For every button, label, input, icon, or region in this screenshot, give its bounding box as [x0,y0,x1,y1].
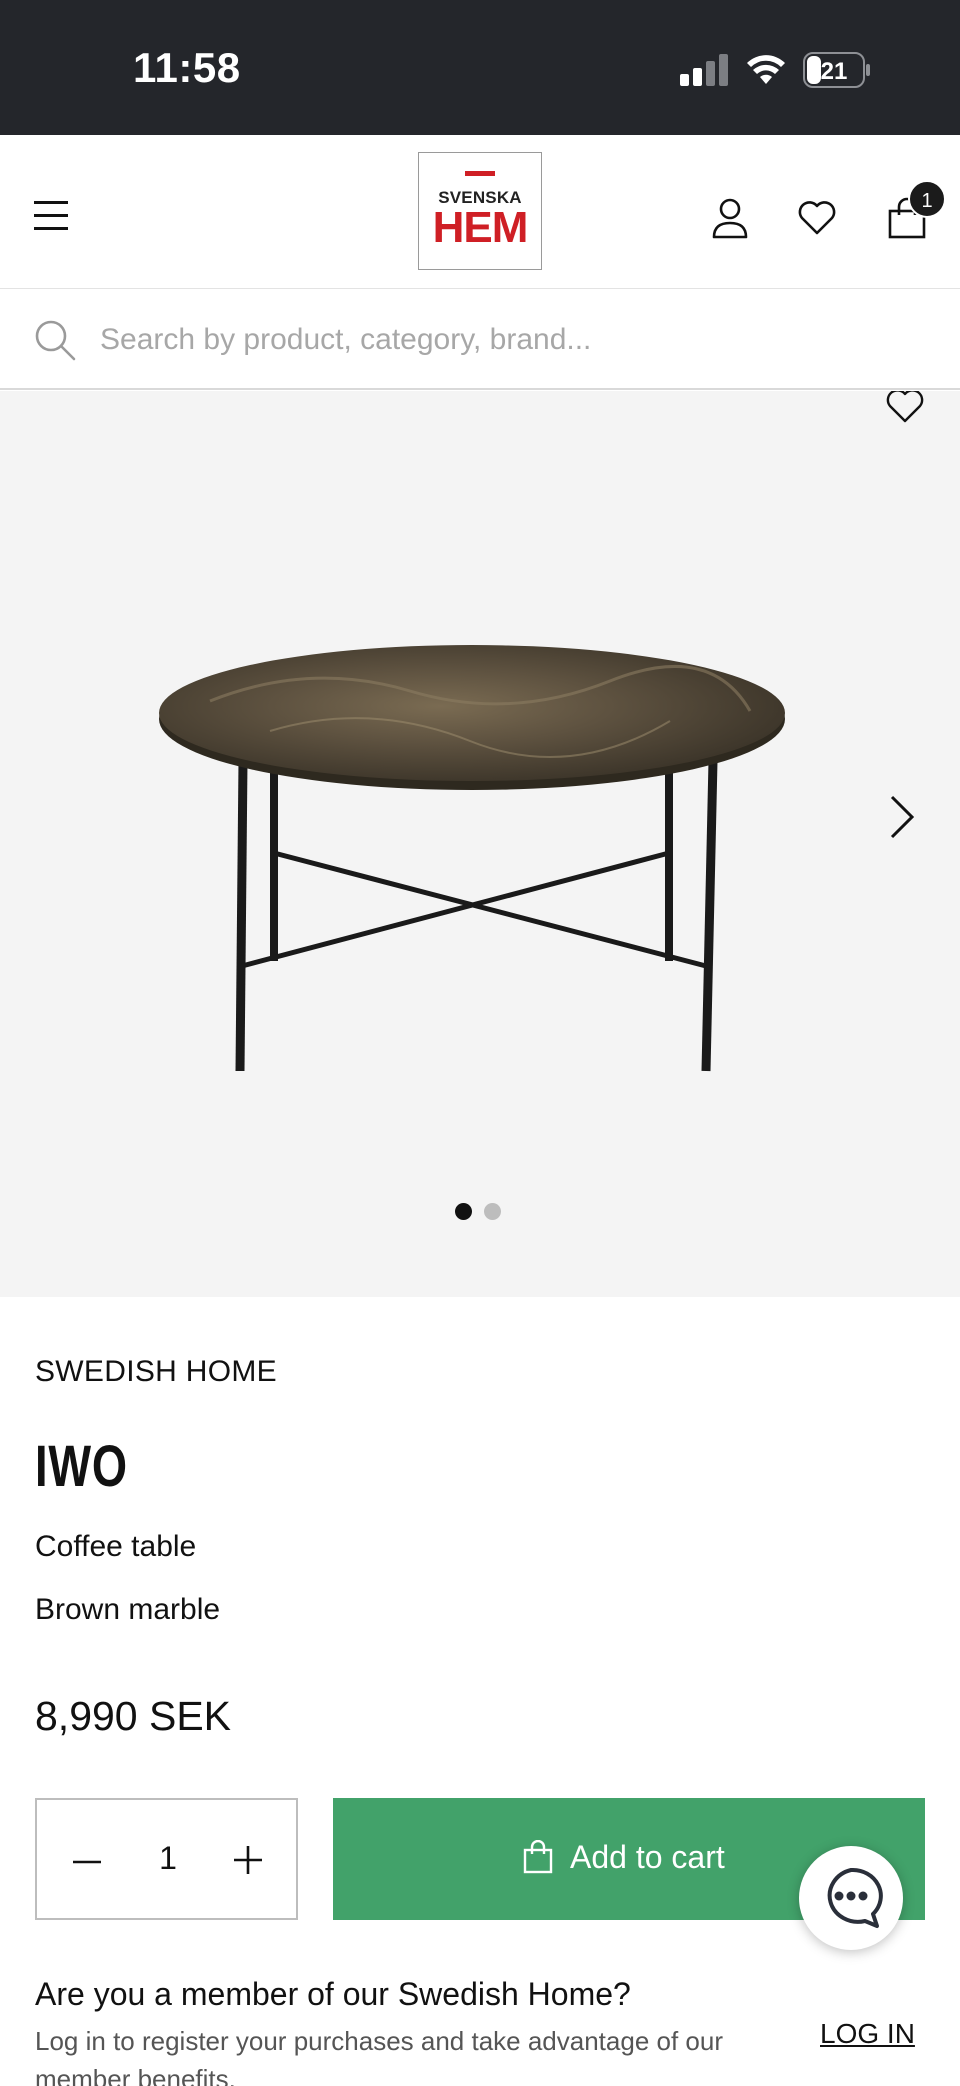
decrease-quantity-icon[interactable] [69,1844,105,1880]
product-name: IWO [35,1434,128,1499]
product-brand[interactable]: SWEDISH HOME [35,1355,277,1389]
battery-level: 21 [821,58,848,85]
product-material: Brown marble [35,1593,221,1626]
product-price: 8,990 SEK [35,1693,232,1739]
cellular-signal-icon [680,54,728,86]
add-to-wishlist-icon[interactable] [884,391,926,427]
chat-button[interactable] [799,1846,903,1950]
quantity-stepper: 1 [35,1798,298,1920]
login-link[interactable]: LOG IN [820,2018,915,2050]
member-heading: Are you a member of our Swedish Home? [35,1976,631,2012]
wishlist-icon[interactable] [797,197,837,239]
search-input[interactable] [100,317,920,363]
logo-text-bottom: HEM [432,203,529,252]
add-to-cart-label: Add to cart [570,1839,725,1875]
chat-bubble-icon [827,1867,883,1928]
gallery-dot[interactable] [484,1203,501,1220]
logo[interactable]: SVENSKA HEM [418,152,542,270]
wifi-icon [747,55,785,84]
battery-icon: 21 [803,52,870,88]
product-type: Coffee table [35,1530,197,1563]
member-description: Log in to register your purchases and ta… [35,2026,723,2086]
increase-quantity-icon[interactable] [230,1842,266,1878]
product-image-gallery[interactable] [0,391,960,1297]
quantity-value[interactable]: 1 [143,1840,193,1877]
search-icon [35,320,76,361]
status-time: 11:58 [133,44,241,91]
site-header: SVENSKA HEM 1 [0,135,960,289]
status-bar: 11:58 21 [0,0,960,135]
gallery-dot-active[interactable] [455,1203,472,1220]
menu-icon[interactable] [34,201,70,231]
search-bar [0,289,960,390]
account-icon[interactable] [710,197,750,239]
shopping-bag-icon [523,1840,553,1874]
product-image [159,645,785,1072]
next-image-chevron-icon[interactable] [884,793,920,841]
gallery-pagination [455,1203,513,1225]
cart-count-badge: 1 [908,180,946,218]
